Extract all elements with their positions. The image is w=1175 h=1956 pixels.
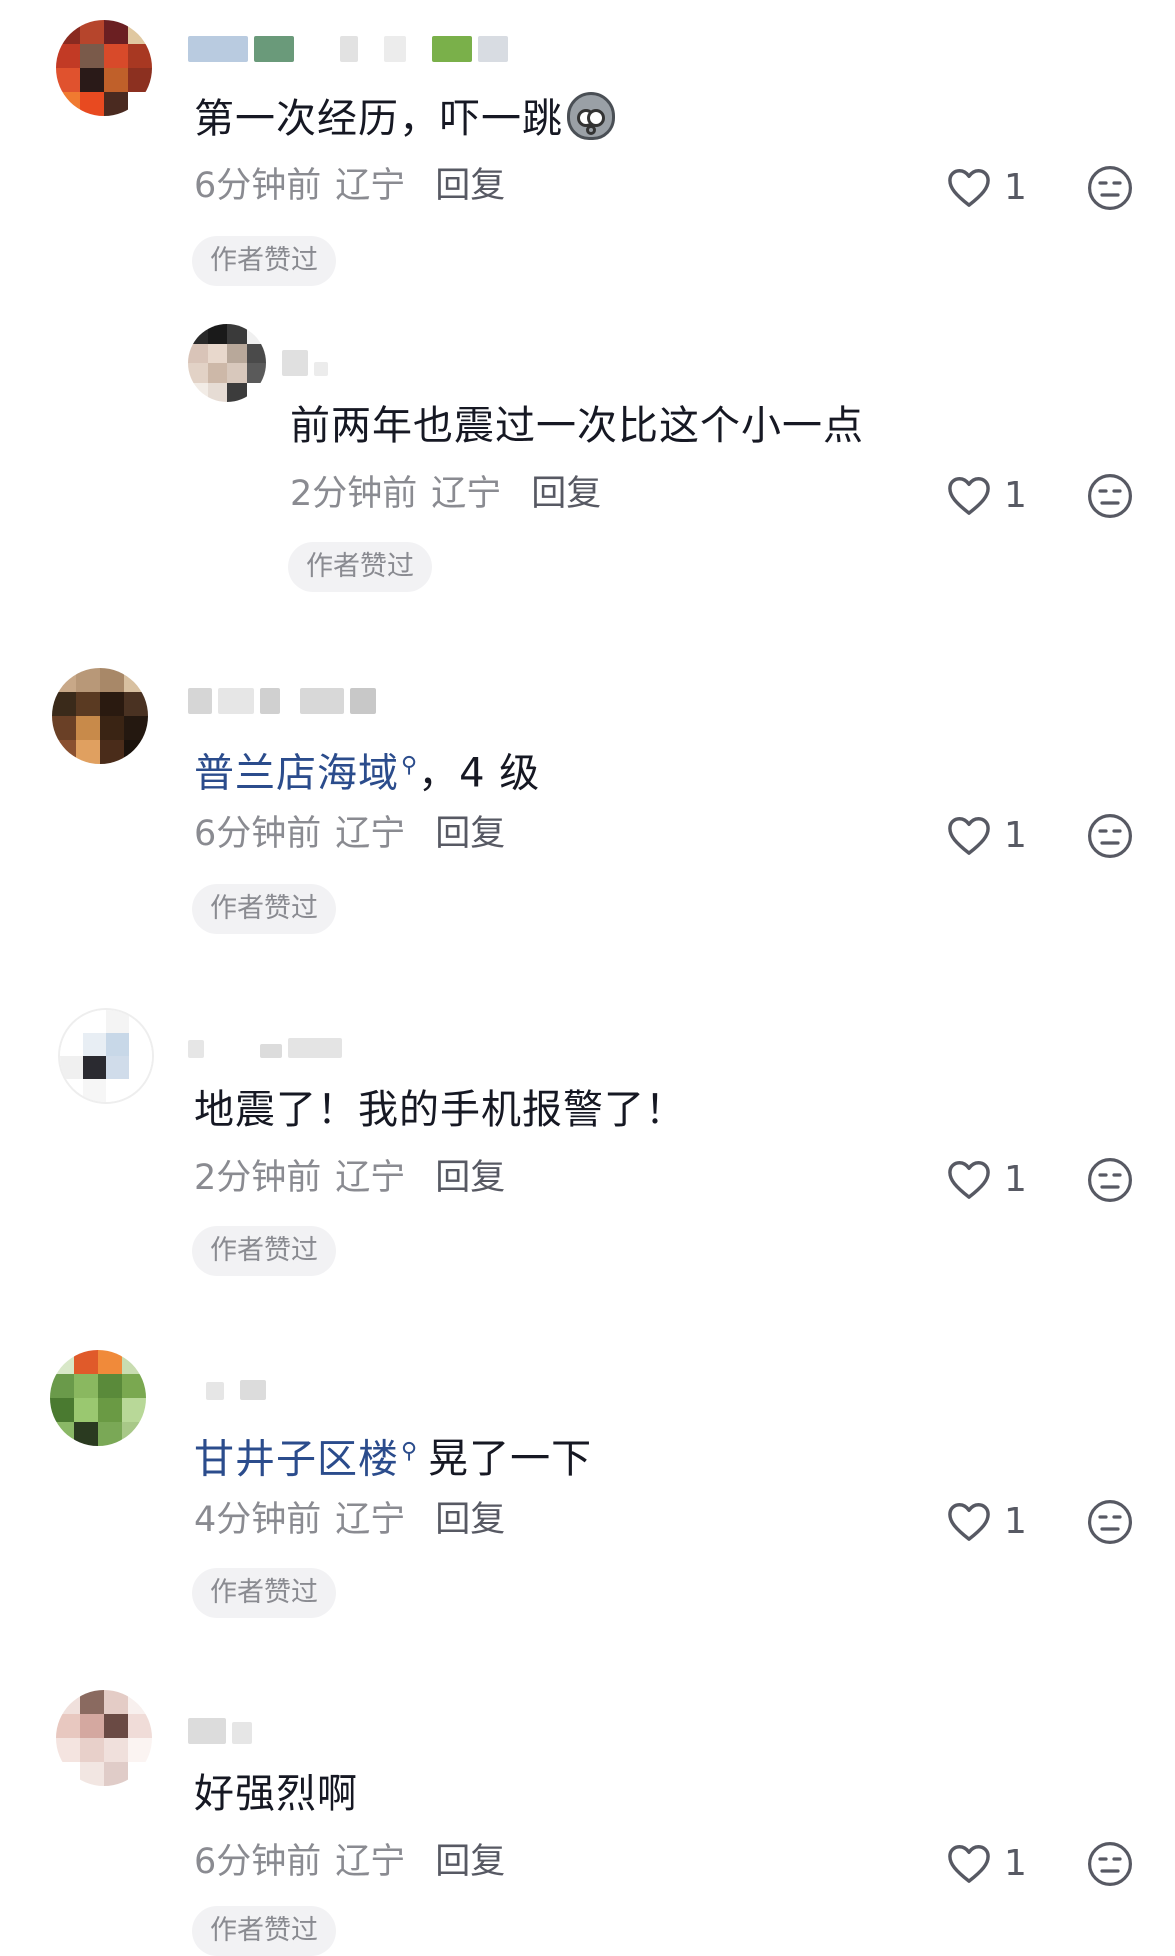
comment-text: 好强烈啊 bbox=[194, 1768, 358, 1820]
search-icon[interactable]: ⚲ bbox=[401, 753, 418, 778]
like-count: 1 bbox=[1004, 814, 1027, 856]
comment-location: 辽宁 bbox=[335, 1842, 406, 1882]
neutral-face-icon[interactable] bbox=[1086, 472, 1134, 520]
heart-outline-icon bbox=[948, 817, 990, 855]
username-blurred[interactable] bbox=[188, 1704, 252, 1744]
like-count: 1 bbox=[1004, 1158, 1027, 1200]
reply-button[interactable]: 回复 bbox=[435, 812, 505, 856]
comment-location: 辽宁 bbox=[335, 814, 406, 854]
comment-time: 6分钟前 bbox=[194, 1842, 322, 1882]
heart-outline-icon bbox=[948, 169, 990, 207]
avatar[interactable] bbox=[56, 20, 152, 116]
comment-text: 地震了！我的手机报警了！ bbox=[194, 1084, 686, 1136]
comment-meta: 2分钟前 辽宁 回复 bbox=[194, 1156, 505, 1200]
search-icon[interactable]: ⚲ bbox=[401, 1439, 418, 1464]
comment-time: 2分钟前 bbox=[194, 1158, 322, 1198]
like-button[interactable]: 1 bbox=[946, 814, 1027, 856]
neutral-face-icon[interactable] bbox=[1086, 1498, 1134, 1546]
like-button[interactable]: 1 bbox=[946, 1158, 1027, 1200]
comment-meta: 4分钟前 辽宁 回复 bbox=[194, 1498, 505, 1542]
comment-meta: 6分钟前 辽宁 回复 bbox=[194, 812, 505, 856]
reply-button[interactable]: 回复 bbox=[435, 1156, 505, 1200]
comment-text: 普兰店海域⚲，4 级 bbox=[194, 740, 540, 799]
neutral-face-icon[interactable] bbox=[1086, 812, 1134, 860]
heart-outline-icon bbox=[948, 1503, 990, 1541]
reply-button[interactable]: 回复 bbox=[435, 1840, 505, 1884]
reply-button[interactable]: 回复 bbox=[531, 472, 601, 516]
like-count: 1 bbox=[1004, 166, 1027, 208]
comment-text: 第一次经历，吓一跳 bbox=[194, 92, 615, 145]
comment-text-content: ，4 级 bbox=[418, 750, 541, 797]
username-blurred[interactable] bbox=[188, 1018, 342, 1058]
avatar[interactable] bbox=[56, 1690, 152, 1786]
reply-button[interactable]: 回复 bbox=[435, 164, 505, 208]
username-blurred[interactable] bbox=[188, 674, 376, 714]
like-button[interactable]: 1 bbox=[946, 1500, 1027, 1542]
reply-button[interactable]: 回复 bbox=[435, 1498, 505, 1542]
avatar[interactable] bbox=[188, 324, 266, 402]
avatar[interactable] bbox=[50, 1350, 146, 1446]
search-keyword-link[interactable]: 甘井子区楼 bbox=[194, 1436, 399, 1482]
like-count: 1 bbox=[1004, 474, 1027, 516]
author-liked-badge: 作者赞过 bbox=[192, 236, 336, 286]
comment-time: 2分钟前 bbox=[290, 474, 418, 514]
like-count: 1 bbox=[1004, 1500, 1027, 1542]
username-blurred[interactable] bbox=[188, 22, 508, 62]
like-button[interactable]: 1 bbox=[946, 474, 1027, 516]
neutral-face-icon[interactable] bbox=[1086, 1156, 1134, 1204]
neutral-face-icon[interactable] bbox=[1086, 1840, 1134, 1888]
comment-time: 6分钟前 bbox=[194, 814, 322, 854]
like-button[interactable]: 1 bbox=[946, 1842, 1027, 1884]
comment-text-content: 好强烈啊 bbox=[194, 1771, 358, 1817]
avatar[interactable] bbox=[58, 1008, 154, 1104]
comment-location: 辽宁 bbox=[335, 166, 406, 206]
comment-time: 6分钟前 bbox=[194, 166, 322, 206]
scared-face-emoji-icon bbox=[567, 92, 615, 140]
neutral-face-icon[interactable] bbox=[1086, 164, 1134, 212]
comment-location: 辽宁 bbox=[335, 1500, 406, 1540]
comment-time: 4分钟前 bbox=[194, 1500, 322, 1540]
comment-text-content: 晃了一下 bbox=[428, 1436, 593, 1483]
author-liked-badge: 作者赞过 bbox=[192, 1568, 336, 1618]
author-liked-badge: 作者赞过 bbox=[192, 1906, 336, 1956]
search-keyword-link[interactable]: 普兰店海域 bbox=[194, 750, 399, 796]
avatar[interactable] bbox=[52, 668, 148, 764]
comment-text: 前两年也震过一次比这个小一点 bbox=[290, 400, 864, 452]
comment-meta: 6分钟前 辽宁 回复 bbox=[194, 164, 505, 208]
heart-outline-icon bbox=[948, 1845, 990, 1883]
like-button[interactable]: 1 bbox=[946, 166, 1027, 208]
author-liked-badge: 作者赞过 bbox=[288, 542, 432, 592]
comment-text: 甘井子区楼⚲ 晃了一下 bbox=[194, 1426, 592, 1485]
comment-location: 辽宁 bbox=[431, 474, 502, 514]
comment-location: 辽宁 bbox=[335, 1158, 406, 1198]
comment-meta: 2分钟前 辽宁 回复 bbox=[290, 472, 601, 516]
author-liked-badge: 作者赞过 bbox=[192, 1226, 336, 1276]
comment-meta: 6分钟前 辽宁 回复 bbox=[194, 1840, 505, 1884]
author-liked-badge: 作者赞过 bbox=[192, 884, 336, 934]
comment-text-content: 地震了！我的手机报警了！ bbox=[194, 1087, 686, 1133]
comment-text-content: 前两年也震过一次比这个小一点 bbox=[290, 403, 864, 449]
like-count: 1 bbox=[1004, 1842, 1027, 1884]
comment-text-content: 第一次经历，吓一跳 bbox=[194, 96, 563, 142]
username-blurred[interactable] bbox=[282, 336, 328, 376]
username-blurred[interactable] bbox=[206, 1360, 266, 1400]
heart-outline-icon bbox=[948, 1161, 990, 1199]
heart-outline-icon bbox=[948, 477, 990, 515]
